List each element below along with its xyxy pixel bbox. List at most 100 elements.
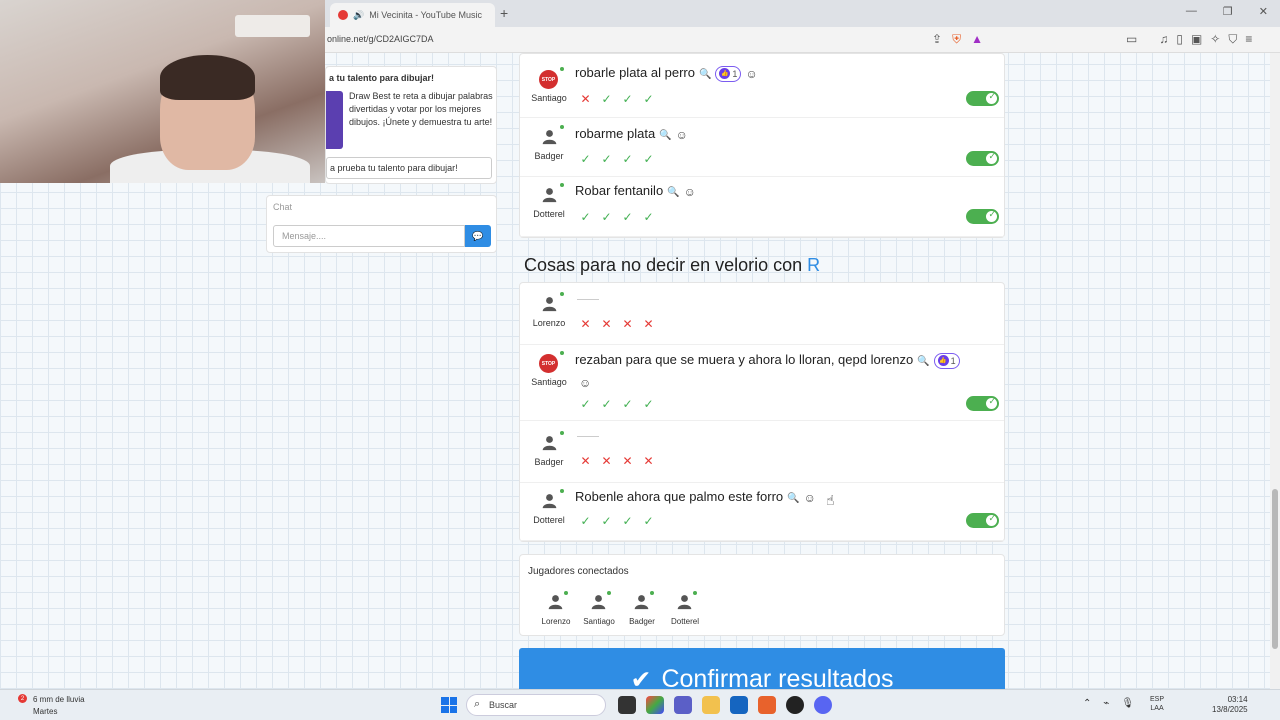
answer-row: Badger ✕ ✕ ✕ ✕: [520, 421, 1004, 483]
check-vote-icon: ✓: [580, 397, 591, 411]
clock[interactable]: 03:14 13/8/2025: [1212, 695, 1248, 715]
chat-title: Chat: [273, 202, 293, 212]
new-tab-button[interactable]: +: [500, 5, 508, 21]
reader-icon[interactable]: ▭: [1126, 32, 1137, 47]
chat-message-input[interactable]: Mensaje....: [273, 225, 465, 247]
chat-send-button[interactable]: 💬: [465, 225, 491, 247]
online-indicator: [693, 591, 697, 595]
search-icon[interactable]: 🔍: [699, 69, 711, 80]
toggle-check-icon: ✓: [988, 396, 996, 406]
accept-toggle[interactable]: ✓: [966, 209, 999, 224]
answer-row: Dotterel Robenle ahora que palmo este for…: [520, 483, 1004, 541]
chevron-up-icon[interactable]: ⌃: [1083, 698, 1091, 709]
wallet-icon[interactable]: ▣: [1191, 32, 1202, 47]
answer-text: Robar fentanilo: [575, 183, 664, 198]
close-icon[interactable]: ✕: [1259, 5, 1268, 18]
vpn-icon[interactable]: ⛉: [1228, 32, 1237, 47]
check-vote-icon: ✓: [601, 210, 612, 224]
check-vote-icon: ✓: [643, 514, 654, 528]
add-reaction-icon[interactable]: ☺: [804, 491, 816, 505]
like-badge[interactable]: 👍 1: [715, 65, 742, 82]
accept-toggle[interactable]: ✓: [966, 513, 999, 528]
check-vote-icon: ✓: [601, 92, 612, 106]
stop-sign-avatar: STOP: [539, 70, 558, 89]
promo-button[interactable]: a prueba tu talento para dibujar!: [326, 157, 492, 179]
chat-panel: Chat Mensaje.... 💬: [266, 195, 497, 253]
avatar: [541, 186, 558, 203]
language-indicator[interactable]: ESP LAA: [1150, 695, 1164, 713]
minimize-icon[interactable]: —: [1186, 5, 1197, 18]
send-icon: 💬: [472, 230, 484, 241]
teams-icon[interactable]: [674, 696, 692, 714]
weather-line2: Martes: [33, 707, 58, 716]
answer-text-group: Robar fentanilo 🔍 ☺: [575, 183, 696, 199]
check-vote-icon: ✓: [622, 210, 633, 224]
answer-row: Badger robarme plata 🔍 ☺ ✓ ✓ ✓ ✓ ✓: [520, 118, 1004, 177]
restore-icon[interactable]: ❐: [1223, 5, 1233, 18]
accept-toggle[interactable]: ✓: [966, 151, 999, 166]
leo-icon[interactable]: ✧: [1210, 32, 1220, 47]
weather-widget[interactable]: 2 6 mm de lluvia Martes: [18, 694, 85, 718]
lang-secondary: LAA: [1150, 705, 1164, 712]
brave-rewards-icon[interactable]: ▲: [971, 32, 983, 47]
answer-row: STOP Santiago rezaban para que se muera y …: [520, 345, 1004, 421]
store-icon[interactable]: [730, 696, 748, 714]
copilot-icon[interactable]: [646, 696, 664, 714]
avatar: [541, 295, 558, 312]
confirm-results-button[interactable]: ✔ Confirmar resultados: [519, 648, 1005, 694]
players-title: Jugadores conectados: [528, 566, 629, 577]
vote-list: ✓ ✓ ✓ ✓: [577, 397, 657, 411]
page-scrollbar[interactable]: [1270, 53, 1280, 689]
music-icon[interactable]: ♫: [1159, 32, 1168, 47]
share-icon[interactable]: ⇪: [932, 32, 942, 47]
vote-list: ✕ ✓ ✓ ✓: [577, 92, 657, 106]
network-icon[interactable]: ⌁: [1103, 698, 1109, 709]
answer-text-group: Robenle ahora que palmo este forro 🔍 ☺: [575, 489, 816, 505]
taskbar-search-label: Buscar: [489, 700, 518, 710]
sidebar-icon[interactable]: ▯: [1176, 32, 1183, 47]
like-badge[interactable]: 👍 1: [933, 352, 960, 369]
windows-start-icon[interactable]: [441, 697, 457, 713]
x-vote-icon: ✕: [580, 317, 591, 331]
like-count: 1: [732, 68, 738, 79]
avatar: [541, 434, 558, 451]
search-icon[interactable]: 🔍: [787, 493, 799, 504]
taskbar-search[interactable]: ⌕ Buscar: [466, 694, 606, 716]
file-explorer-icon[interactable]: [702, 696, 720, 714]
speaker-icon[interactable]: 🔊: [353, 10, 364, 21]
toggle-check-icon: ✓: [988, 151, 996, 161]
check-vote-icon: ✓: [643, 397, 654, 411]
accept-toggle[interactable]: ✓: [966, 396, 999, 411]
browser-tab[interactable]: 🔊 Mi Vecinita - YouTube Music: [330, 3, 495, 27]
accept-toggle[interactable]: ✓: [966, 91, 999, 106]
avatar: [676, 593, 693, 610]
url-field[interactable]: online.net/g/CD2AIGC7DA: [327, 34, 434, 44]
brave-icon[interactable]: [758, 696, 776, 714]
empty-answer: [577, 436, 599, 437]
online-indicator: [560, 67, 564, 71]
add-reaction-icon[interactable]: ☺: [684, 185, 696, 199]
add-reaction-icon[interactable]: ☺: [579, 376, 591, 390]
brave-shield-icon[interactable]: ⛨: [952, 32, 961, 47]
search-icon[interactable]: 🔍: [917, 356, 929, 367]
search-icon[interactable]: 🔍: [659, 130, 671, 141]
player-name: Lorenzo: [541, 617, 571, 626]
check-vote-icon: ✓: [622, 397, 633, 411]
check-vote-icon: ✓: [622, 152, 633, 166]
address-actions: ⇪ ⛨ ▲: [932, 32, 983, 47]
search-icon[interactable]: 🔍: [667, 187, 679, 198]
check-vote-icon: ✓: [580, 210, 591, 224]
menu-icon[interactable]: ≡: [1245, 32, 1252, 47]
add-reaction-icon[interactable]: ☺: [745, 67, 757, 81]
avatar: [633, 593, 650, 610]
answer-row: Lorenzo ✕ ✕ ✕ ✕: [520, 283, 1004, 345]
toggle-check-icon: ✓: [988, 91, 996, 101]
discord-icon[interactable]: [814, 696, 832, 714]
obs-icon[interactable]: [786, 696, 804, 714]
connected-players: Jugadores conectados Lorenzo Santiago Badg…: [519, 554, 1005, 636]
microphone-icon[interactable]: 🎙: [1121, 698, 1134, 709]
add-reaction-icon[interactable]: ☺: [676, 128, 688, 142]
task-view-icon[interactable]: [618, 696, 636, 714]
scrollbar-thumb[interactable]: [1272, 489, 1278, 649]
player-name: Badger: [534, 151, 564, 161]
